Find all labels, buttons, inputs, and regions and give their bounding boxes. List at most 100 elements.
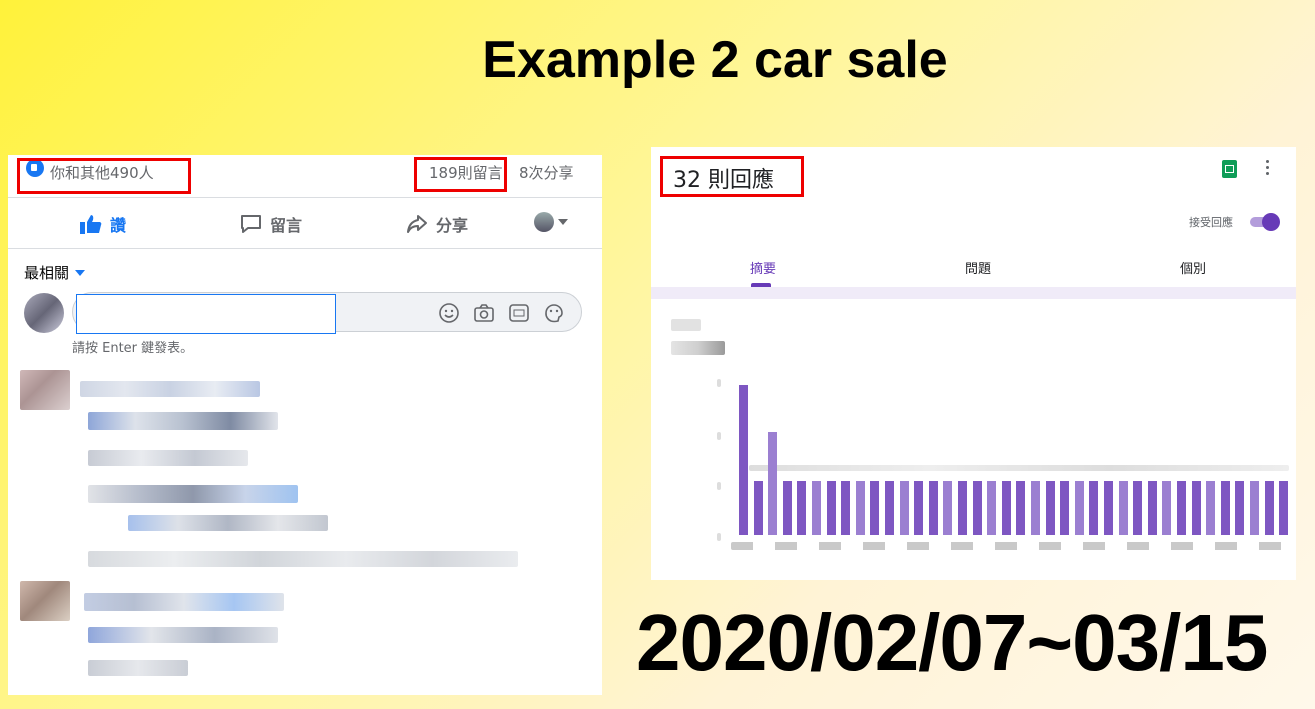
chart-bar [1148, 481, 1157, 535]
chart-bar [885, 481, 894, 535]
avatar [24, 293, 64, 333]
emoji-icon[interactable] [438, 302, 460, 324]
tab-questions[interactable]: 問題 [965, 258, 991, 277]
comment-input[interactable] [76, 294, 336, 334]
chart-bar [1265, 481, 1274, 535]
comment-bubble-icon [240, 214, 262, 234]
chart-bar [827, 481, 836, 535]
chart-bar [914, 481, 923, 535]
highlight-box-reactions [17, 158, 191, 194]
chart-bar [1177, 481, 1186, 535]
more-vert-icon[interactable] [1266, 160, 1270, 178]
comment-sort-dropdown[interactable]: 最相關 [24, 262, 86, 283]
facebook-post-screenshot: 你和其他490人 189則留言 8次分享 讚 留言 分享 最相關 請按 Ente… [8, 155, 602, 695]
accept-responses-toggle[interactable] [1248, 213, 1280, 231]
active-tab-indicator [751, 283, 771, 287]
composer-icons [438, 302, 565, 324]
thumbs-up-icon [80, 214, 102, 234]
sort-label: 最相關 [24, 264, 70, 282]
like-button[interactable]: 讚 [80, 212, 126, 236]
reaction-stats-bar: 你和其他490人 189則留言 8次分享 [8, 155, 602, 198]
list-item [80, 381, 260, 397]
chart-bar [1221, 481, 1230, 535]
avatar [534, 212, 554, 232]
x-axis-labels [731, 542, 1287, 550]
highlight-box-responses [660, 156, 804, 197]
list-item [128, 515, 328, 531]
comment-button[interactable]: 留言 [240, 212, 302, 236]
chart-bar [1133, 481, 1142, 535]
share-label: 分享 [436, 216, 469, 235]
chart-bar [768, 432, 777, 535]
responses-header-card: 32 則回應 接受回應 摘要 問題 個別 [651, 147, 1296, 287]
summary-chart-card [651, 299, 1296, 580]
chart-bar [1031, 481, 1040, 535]
tab-summary[interactable]: 摘要 [750, 258, 776, 277]
slide-title: Example 2 car sale [482, 31, 948, 89]
chart-bar [929, 481, 938, 535]
chart-bar [870, 481, 879, 535]
chart-bar [1002, 481, 1011, 535]
share-button[interactable]: 分享 [406, 212, 468, 236]
accept-responses-label: 接受回應 [1189, 216, 1233, 229]
list-item [88, 627, 278, 643]
highlight-box-comments [414, 157, 507, 192]
date-range: 2020/02/07~03/15 [636, 598, 1268, 687]
chart-bar [1235, 481, 1244, 535]
chart-bar [1060, 481, 1069, 535]
list-item [88, 660, 188, 676]
chart-bar [1119, 481, 1128, 535]
chart-bar [1250, 481, 1259, 535]
axis-tick [717, 482, 721, 490]
chart-bar [1089, 481, 1098, 535]
like-label: 讚 [110, 216, 127, 235]
chart-bar [783, 481, 792, 535]
chart-bar [1206, 481, 1215, 535]
response-count-label [671, 341, 725, 355]
post-as-selector[interactable] [534, 212, 568, 232]
chart-bar [739, 385, 748, 535]
post-action-bar: 讚 留言 分享 [8, 198, 602, 249]
list-item [84, 593, 284, 611]
shares-count[interactable]: 8次分享 [519, 162, 574, 183]
comment-label: 留言 [270, 216, 303, 235]
tab-individual[interactable]: 個別 [1180, 258, 1206, 277]
chart-bar [841, 481, 850, 535]
list-item [88, 485, 298, 503]
chart-bar [1162, 481, 1171, 535]
list-item [88, 412, 278, 430]
axis-tick [717, 379, 721, 387]
chart-bar [958, 481, 967, 535]
share-arrow-icon [406, 214, 428, 234]
chart-bar [1104, 481, 1113, 535]
chevron-down-icon [75, 269, 86, 276]
chart-bar [987, 481, 996, 535]
question-title [671, 319, 701, 331]
chart-bar [973, 481, 982, 535]
gif-icon[interactable] [508, 302, 530, 324]
comment-hint: 請按 Enter 鍵發表。 [72, 341, 194, 356]
avatar [20, 370, 70, 410]
chart-bar [1075, 481, 1084, 535]
sheets-icon[interactable] [1222, 160, 1237, 178]
chart-bar [797, 481, 806, 535]
avatar [20, 581, 70, 621]
chart-bar [754, 481, 763, 535]
chart-bar [1046, 481, 1055, 535]
axis-tick [717, 533, 721, 541]
chart-bar [900, 481, 909, 535]
camera-icon[interactable] [473, 302, 495, 324]
chart-bar [943, 481, 952, 535]
chart-bar [1279, 481, 1288, 535]
google-forms-screenshot: 32 則回應 接受回應 摘要 問題 個別 [651, 147, 1296, 580]
chart-bar [812, 481, 821, 535]
list-item [88, 450, 248, 466]
chart-bar [856, 481, 865, 535]
chart-bar [1192, 481, 1201, 535]
bar-value-labels [749, 465, 1289, 471]
chart-bar [1016, 481, 1025, 535]
chevron-down-icon [558, 219, 568, 225]
sticker-icon[interactable] [543, 302, 565, 324]
axis-tick [717, 432, 721, 440]
list-item [88, 551, 518, 567]
